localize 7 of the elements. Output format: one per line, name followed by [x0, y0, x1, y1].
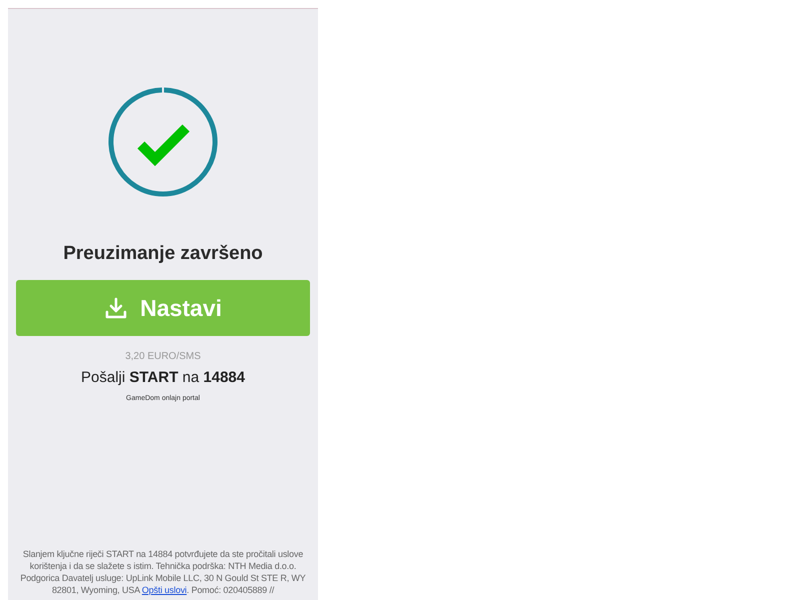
success-check-icon: [108, 87, 218, 197]
download-icon: [104, 296, 128, 320]
price-text: 3,20 EURO/SMS: [125, 351, 201, 362]
status-title: Preuzimanje završeno: [63, 243, 263, 265]
terms-link[interactable]: Opšti uslovi: [142, 585, 187, 595]
sms-instruction: Pošalji START na 14884: [81, 369, 245, 386]
terms-paragraph: Slanjem ključne riječi START na 14884 potvrđujete da ste pročitali uslove korištenja i da se slažete s istim. Tehnička podrška: NTH Media d.o.o. Podgorica Davatelj usluge: UpLink Mobile LLC, 30 N Gould St STE R, WY 82801, Wyoming, USA Opšti uslovi. Pomoć: 020405889 //: [19, 548, 307, 597]
